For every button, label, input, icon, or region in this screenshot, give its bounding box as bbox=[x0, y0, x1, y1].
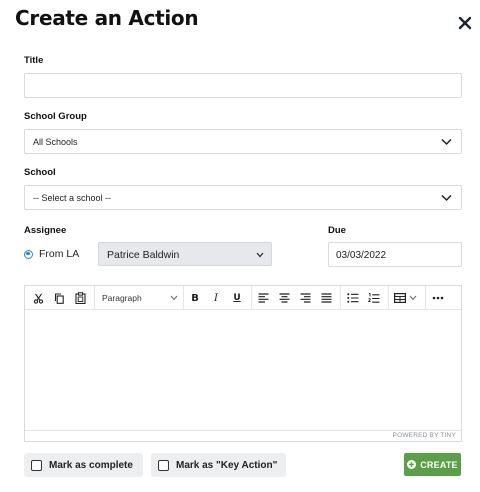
radio-button[interactable] bbox=[24, 249, 33, 259]
underline-label: U bbox=[233, 293, 241, 303]
school-group-value: All Schools bbox=[33, 137, 78, 147]
close-button[interactable] bbox=[458, 16, 472, 30]
assignee-label: Assignee bbox=[24, 225, 67, 236]
mark-complete-button[interactable]: Mark as complete bbox=[24, 453, 143, 477]
title-input[interactable] bbox=[24, 73, 462, 98]
chevron-down-icon bbox=[409, 295, 417, 301]
cut-button[interactable] bbox=[31, 291, 45, 305]
powered-by-link[interactable]: POWERED BY TINY bbox=[393, 432, 456, 439]
editor-statusbar: POWERED BY TINY bbox=[25, 430, 461, 441]
assignee-select[interactable]: Patrice Baldwin bbox=[98, 242, 272, 266]
from-la-radio[interactable]: From LA bbox=[24, 248, 79, 260]
title-label: Title bbox=[24, 55, 44, 66]
school-group-select[interactable]: All Schools bbox=[24, 129, 462, 154]
mark-key-action-checkbox[interactable] bbox=[158, 459, 169, 471]
mark-complete-checkbox[interactable] bbox=[31, 459, 42, 471]
school-group-label: School Group bbox=[24, 111, 87, 122]
due-date-input[interactable]: 03/03/2022 bbox=[328, 242, 462, 267]
align-left-icon bbox=[258, 293, 268, 303]
school-label: School bbox=[24, 167, 56, 178]
mark-complete-label: Mark as complete bbox=[49, 459, 133, 471]
mark-key-action-label: Mark as "Key Action" bbox=[176, 459, 278, 471]
italic-button[interactable]: I bbox=[209, 291, 223, 305]
bold-label: B bbox=[191, 292, 199, 304]
radio-label: From LA bbox=[39, 248, 80, 260]
school-value: -- Select a school -- bbox=[33, 193, 112, 203]
editor-content-area[interactable] bbox=[25, 311, 461, 431]
align-justify-icon bbox=[321, 293, 331, 303]
numbered-list-icon bbox=[368, 292, 380, 303]
block-format-value: Paragraph bbox=[102, 293, 142, 303]
align-right-button[interactable] bbox=[298, 291, 312, 305]
modal-title: Create an Action bbox=[15, 6, 199, 30]
block-format-select[interactable]: Paragraph bbox=[102, 291, 178, 305]
align-right-icon bbox=[300, 293, 310, 303]
align-center-icon bbox=[279, 293, 289, 303]
rich-text-editor[interactable]: Paragraph B I U POWERED BY TINY bbox=[24, 285, 462, 442]
school-select[interactable]: -- Select a school -- bbox=[24, 185, 462, 210]
create-button[interactable]: CREATE bbox=[404, 453, 461, 476]
due-date-value: 03/03/2022 bbox=[336, 250, 387, 261]
close-icon[interactable] bbox=[458, 16, 472, 30]
more-icon bbox=[432, 296, 444, 300]
copy-button[interactable] bbox=[52, 291, 66, 305]
align-left-button[interactable] bbox=[256, 291, 270, 305]
chevron-down-icon bbox=[441, 194, 452, 202]
more-button[interactable] bbox=[431, 291, 445, 305]
assignee-value: Patrice Baldwin bbox=[107, 249, 180, 261]
chevron-down-icon bbox=[256, 252, 264, 258]
editor-toolbar: Paragraph B I U bbox=[25, 286, 461, 310]
paste-icon bbox=[74, 292, 86, 304]
align-center-button[interactable] bbox=[277, 291, 291, 305]
table-icon bbox=[394, 293, 406, 303]
bullet-list-icon bbox=[347, 293, 359, 303]
numbered-list-button[interactable] bbox=[367, 291, 381, 305]
plus-circle-icon bbox=[407, 460, 417, 469]
chevron-down-icon bbox=[441, 138, 452, 146]
create-label: CREATE bbox=[420, 459, 458, 470]
paste-button[interactable] bbox=[73, 291, 87, 305]
bullet-list-button[interactable] bbox=[346, 291, 360, 305]
underline-button[interactable]: U bbox=[230, 291, 244, 305]
italic-label: I bbox=[214, 292, 218, 304]
align-justify-button[interactable] bbox=[319, 291, 333, 305]
cut-icon bbox=[33, 293, 43, 304]
copy-icon bbox=[54, 292, 64, 304]
mark-key-action-button[interactable]: Mark as "Key Action" bbox=[151, 453, 286, 477]
chevron-down-icon bbox=[170, 295, 178, 301]
bold-button[interactable]: B bbox=[188, 291, 202, 305]
table-button[interactable] bbox=[394, 291, 420, 305]
due-label: Due bbox=[328, 225, 346, 236]
